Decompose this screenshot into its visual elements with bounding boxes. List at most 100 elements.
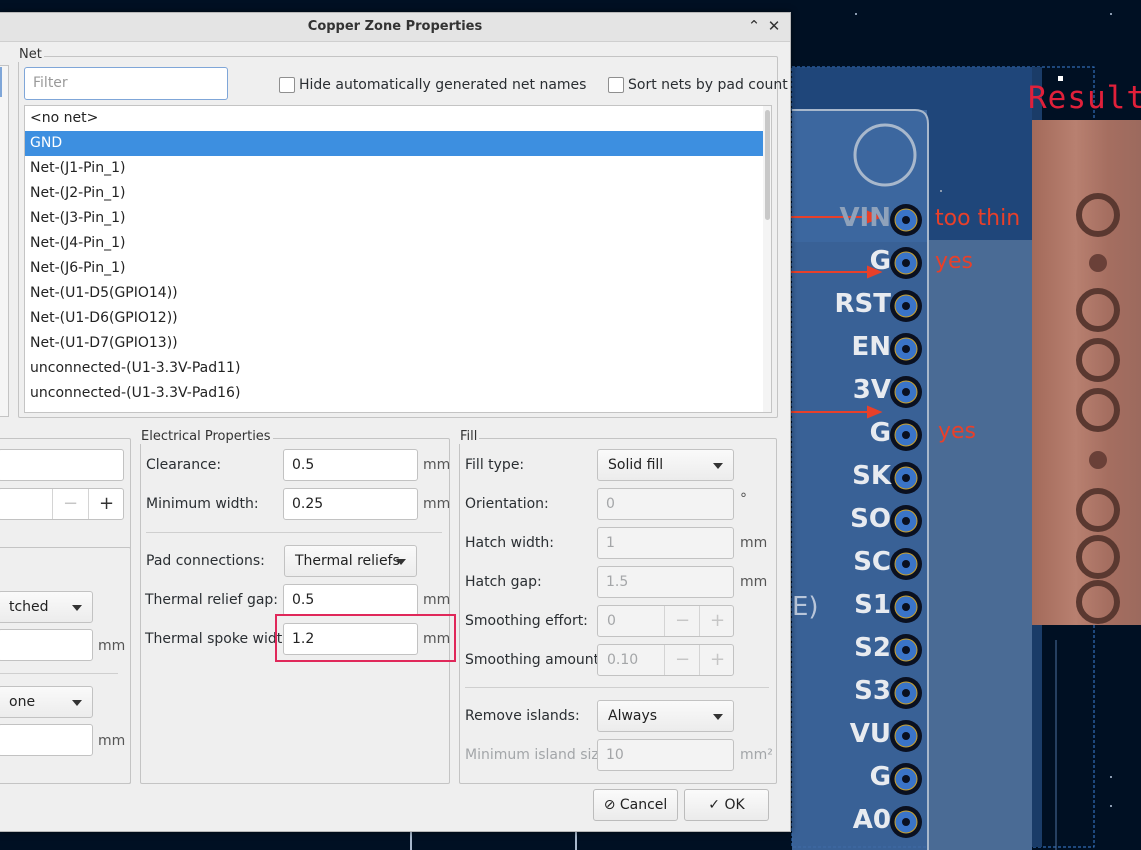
collapse-icon[interactable]: ⌃ [745,17,763,35]
fill-type-combo[interactable]: Solid fill [597,449,734,481]
min-width-label: Minimum width: [146,496,259,512]
clearance-input[interactable]: 0.5 [283,449,418,481]
smoothing-effort-label: Smoothing effort: [465,613,588,629]
net-list-scrollbar[interactable] [763,106,771,412]
fill-type-label: Fill type: [465,457,525,473]
net-list-item[interactable]: unconnected-(U1-3.3V-Pad16) [25,381,771,406]
dialog-title: Copper Zone Properties [307,19,483,34]
net-list-item[interactable]: Net-(U1-D5(GPIO14)) [25,281,771,306]
net-list-item-selected[interactable]: GND [25,131,771,156]
orientation-label: Orientation: [465,496,549,512]
net-list-item[interactable]: Net-(J2-Pin_1) [25,181,771,206]
net-list-item[interactable]: Net-(U1-D6(GPIO12)) [25,306,771,331]
min-island-size-label: Minimum island size: [465,747,613,763]
result-label: Result [1028,80,1141,116]
net-list-item[interactable]: Net-(U1-D7(GPIO13)) [25,331,771,356]
sort-nets-label: Sort nets by pad count [628,77,788,93]
net-list-item[interactable]: unconnected-(U1-3.3V-Pad11) [25,356,771,381]
min-island-size-unit: mm² [740,747,773,763]
electrical-group-title: Electrical Properties [139,429,273,444]
priority-increment-button[interactable]: + [88,489,124,519]
corner-radius-unit: mm [98,733,126,749]
smoothing-amount-increment[interactable]: + [699,645,735,675]
hatch-gap-input[interactable]: 1.5 [597,566,734,598]
min-width-input[interactable]: 0.25 [283,488,418,520]
thermal-relief-gap-label: Thermal relief gap: [145,592,279,608]
net-list-item[interactable]: Net-(J6-Pin_1) [25,256,771,281]
pin-label-g: G [869,418,891,448]
remove-islands-value: Always [608,708,658,724]
cancel-icon: ⊘ [603,797,616,813]
close-icon[interactable]: ✕ [765,17,783,35]
hatch-gap-unit: mm [740,574,768,590]
layer-style-combo[interactable]: tched [0,591,93,623]
priority-decrement-button[interactable]: − [52,489,88,519]
corner-style-combo[interactable]: one [0,686,93,718]
net-list-item[interactable]: <no net> [25,106,771,131]
corner-style-value: one [9,694,36,710]
smoothing-amount-spinner[interactable]: 0.10 − + [597,644,734,676]
check-icon: ✓ [708,797,721,813]
layer-style-value: tched [9,599,49,615]
net-list[interactable]: <no net> GND Net-(J1-Pin_1) Net-(J2-Pin_… [24,105,772,413]
priority-spinner[interactable]: − + [0,488,124,520]
net-list-item[interactable]: Net-(J1-Pin_1) [25,156,771,181]
cancel-button-label: Cancel [619,797,668,813]
fill-type-value: Solid fill [608,457,664,473]
remove-islands-label: Remove islands: [465,708,580,724]
sort-nets-checkbox[interactable] [608,77,624,93]
clearance-label: Clearance: [146,457,222,473]
copper-zone-dialog: Copper Zone Properties ⌃ ✕ Net Filter Hi… [0,12,791,832]
ok-button[interactable]: ✓ OK [684,789,769,821]
smoothing-amount-decrement[interactable]: − [664,645,700,675]
ok-button-label: OK [724,797,745,813]
annotation-yes-1: yes [935,249,974,274]
net-list-item[interactable]: Net-(J4-Pin_1) [25,231,771,256]
orientation-unit: ° [740,491,747,507]
pin-label-3v: 3V [852,375,891,405]
pad-connections-label: Pad connections: [146,553,265,569]
net-list-scroll-thumb[interactable] [765,110,770,220]
smoothing-effort-increment[interactable]: + [699,606,735,636]
pin-label-g: G [869,762,891,792]
silkscreen-partial-text: E) [792,592,819,622]
electrical-separator [146,532,442,533]
thermal-relief-gap-unit: mm [423,592,451,608]
result-photo [1032,120,1141,625]
highlight-box [275,614,456,662]
pad-connections-combo[interactable]: Thermal reliefs [284,545,417,577]
left-panel-edge [0,65,9,417]
left-panel-focus-edge [0,67,2,97]
fill-group-title: Fill [458,429,480,444]
smoothing-effort-spinner[interactable]: 0 − + [597,605,734,637]
min-width-unit: mm [423,496,451,512]
net-filter-input[interactable]: Filter [24,67,228,100]
hatch-width-label: Hatch width: [465,535,554,551]
left-separator [0,673,118,674]
thermal-relief-gap-input[interactable]: 0.5 [283,584,418,616]
annotation-yes-2: yes [938,419,977,444]
dialog-titlebar[interactable]: Copper Zone Properties ⌃ ✕ [0,13,790,42]
net-list-item[interactable]: Net-(J3-Pin_1) [25,206,771,231]
cancel-button[interactable]: ⊘ Cancel [593,789,678,821]
pin-label-s2: S2 [854,633,891,663]
hide-auto-nets-checkbox[interactable] [279,77,295,93]
hatch-width-unit: mm [740,535,768,551]
corner-radius-input[interactable] [0,724,93,756]
orientation-input[interactable]: 0 [597,488,734,520]
pin-label-s3: S3 [854,676,891,706]
clearance-unit: mm [423,457,451,473]
remove-islands-combo[interactable]: Always [597,700,734,732]
min-island-size-input[interactable]: 10 [597,739,734,771]
hatch-gap-label: Hatch gap: [465,574,542,590]
pin-label-g: G [869,246,891,276]
zone-name-input[interactable] [0,449,124,481]
pitch-input[interactable] [0,629,93,661]
smoothing-effort-decrement[interactable]: − [664,606,700,636]
pin-label-so: SO [850,504,891,534]
pin-label-en: EN [851,332,891,362]
annotation-too-thin: too thin [935,206,1021,231]
smoothing-effort-value: 0 [607,613,616,629]
hide-auto-nets-label: Hide automatically generated net names [299,77,587,93]
hatch-width-input[interactable]: 1 [597,527,734,559]
